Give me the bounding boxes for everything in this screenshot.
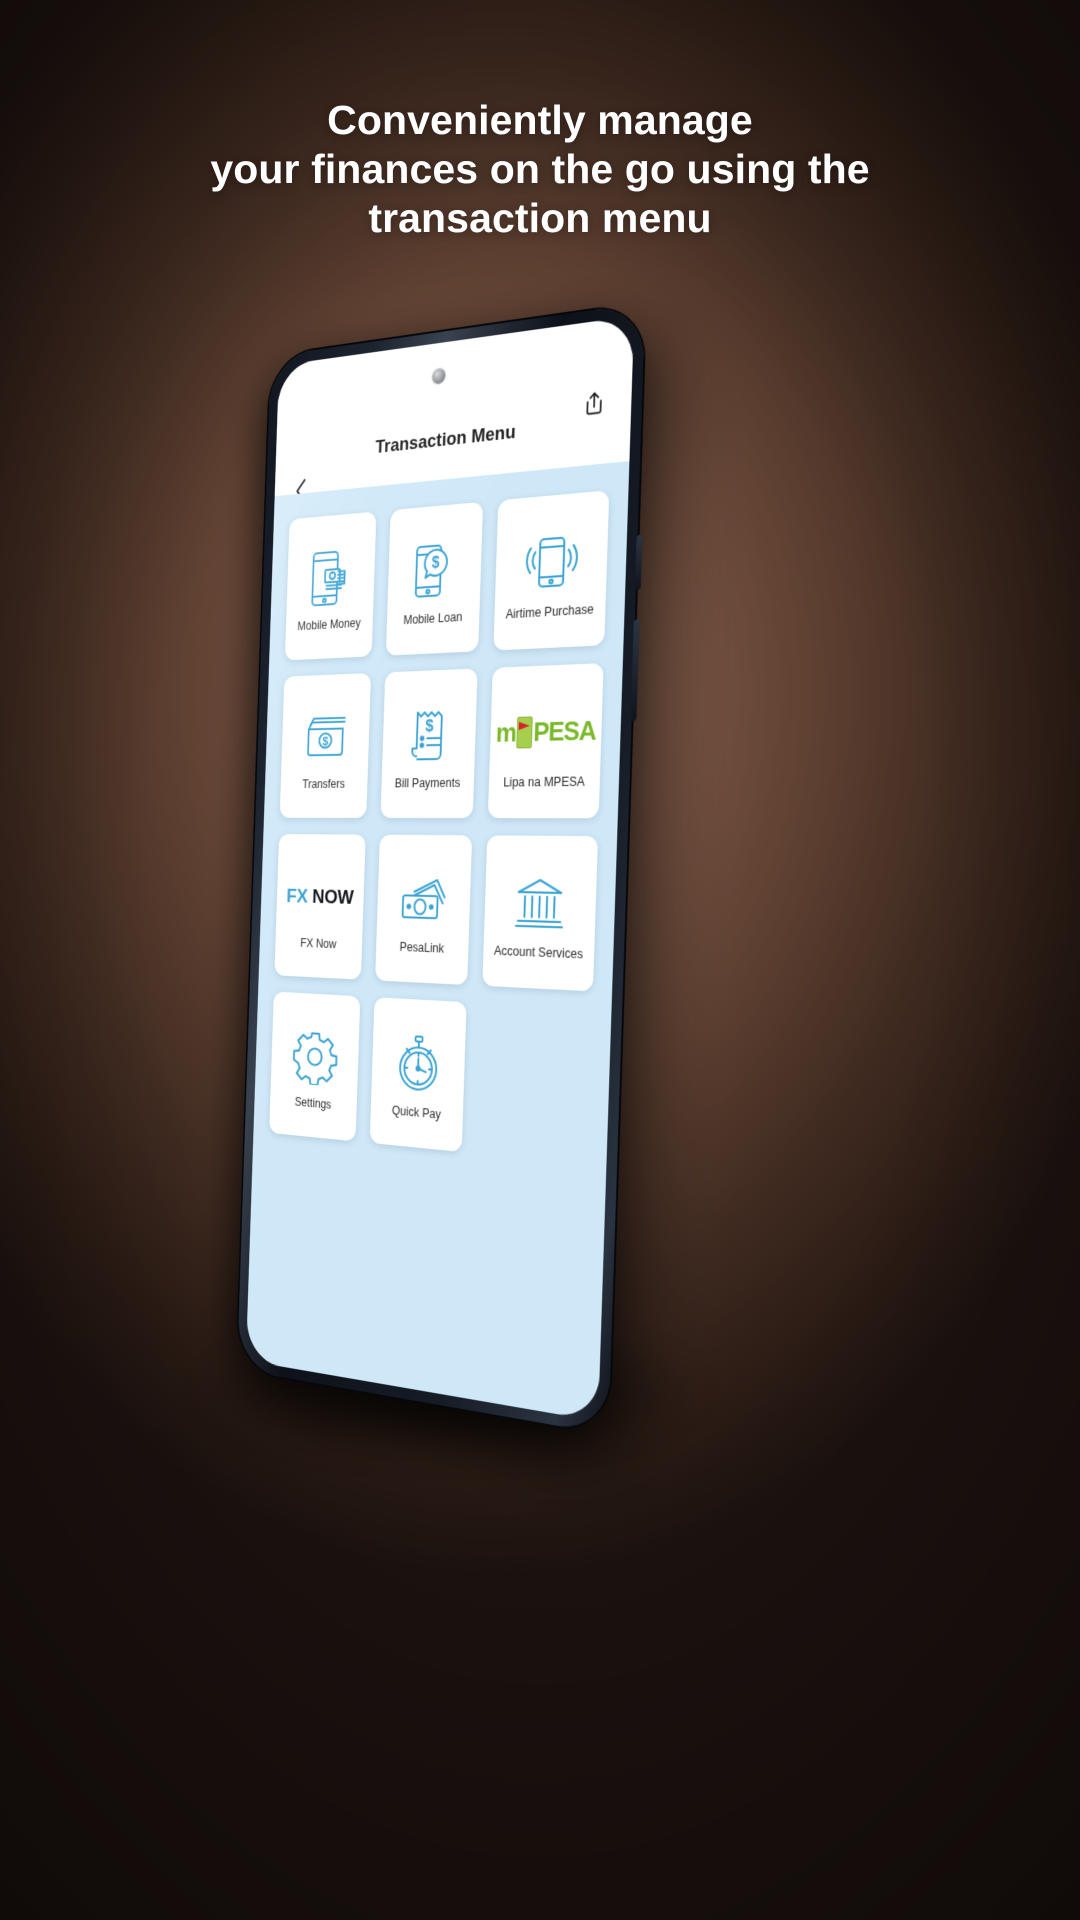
tile-airtime-purchase[interactable]: Airtime Purchase <box>493 490 610 651</box>
tile-bill-payments[interactable]: $ Bill Payments <box>380 668 478 819</box>
tile-transfers[interactable]: $ Transfers <box>279 672 372 818</box>
power-button[interactable] <box>634 534 643 591</box>
tile-placeholder <box>477 1003 593 1165</box>
tile-label: FX Now <box>300 935 337 951</box>
tile-label: PesaLink <box>399 939 445 956</box>
tile-label: Airtime Purchase <box>505 601 594 622</box>
tile-label: Mobile Loan <box>403 609 463 627</box>
volume-button[interactable] <box>630 619 640 722</box>
tile-quick-pay[interactable]: Quick Pay <box>369 997 467 1153</box>
tile-pesalink[interactable]: PesaLink <box>375 834 473 986</box>
tile-label: Lipa na MPESA <box>503 774 586 790</box>
share-icon <box>583 390 605 417</box>
tile-label: Mobile Money <box>297 615 361 633</box>
banknotes-icon <box>396 862 452 937</box>
tile-mobile-money[interactable]: Mobile Money <box>284 511 377 661</box>
tile-mobile-loan[interactable]: $ Mobile Loan <box>385 501 484 656</box>
front-camera-icon <box>432 367 446 385</box>
tile-fx-now[interactable]: FX NOW FX Now <box>274 834 366 980</box>
tile-account-services[interactable]: Account Services <box>482 835 599 992</box>
phone-mockup: Transaction Menu Mobile Money $ Mobile L… <box>236 302 646 1435</box>
phone-stage: Transaction Menu Mobile Money $ Mobile L… <box>0 0 1080 1920</box>
mpesa-logo-icon: m PESA <box>495 714 597 749</box>
wallet-transfers-icon: $ <box>300 701 351 774</box>
svg-text:$: $ <box>431 554 440 572</box>
gear-icon <box>290 1019 339 1094</box>
tile-label: Settings <box>294 1094 332 1112</box>
tile-label: Quick Pay <box>391 1103 442 1122</box>
tile-label: Bill Payments <box>394 775 461 791</box>
share-button[interactable] <box>578 384 611 423</box>
tile-label: Transfers <box>302 776 346 791</box>
tile-label: Account Services <box>493 943 584 962</box>
stopwatch-icon <box>392 1026 444 1104</box>
transaction-menu-content: Mobile Money $ Mobile Loan Airtime Purch… <box>245 461 630 1422</box>
mobile-money-icon <box>306 540 355 615</box>
fx-now-wordmark-icon: FX NOW <box>286 884 354 909</box>
receipt-bill-icon: $ <box>404 697 453 772</box>
tile-settings[interactable]: Settings <box>269 991 361 1142</box>
transaction-tile-grid: Mobile Money $ Mobile Loan Airtime Purch… <box>269 490 610 1165</box>
airtime-purchase-icon <box>523 522 579 602</box>
phone-screen: Transaction Menu Mobile Money $ Mobile L… <box>245 315 635 1422</box>
phone-bezel: Transaction Menu Mobile Money $ Mobile L… <box>236 302 646 1435</box>
app-title: Transaction Menu <box>375 421 516 459</box>
mobile-loan-icon: $ <box>408 532 461 609</box>
svg-text:$: $ <box>425 716 434 735</box>
tile-lipa-na-mpesa[interactable]: m PESA Lipa na MPESA <box>487 663 604 819</box>
svg-text:$: $ <box>322 734 328 748</box>
app-top-bar: Transaction Menu <box>274 315 635 496</box>
bank-building-icon <box>512 864 568 942</box>
